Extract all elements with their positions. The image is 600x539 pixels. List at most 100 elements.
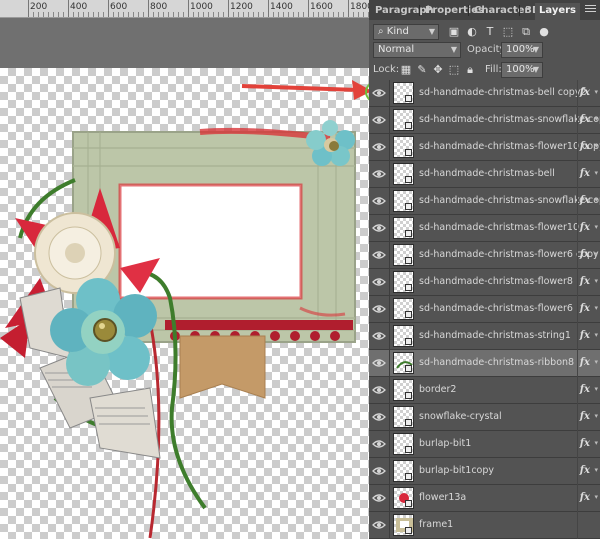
smart-object-filter-icon[interactable]: ⧉: [519, 25, 533, 39]
layer-row[interactable]: sd-handmade-christmas-bell copy2 fx ▾: [369, 80, 600, 107]
opacity-field[interactable]: 100% ▼: [501, 42, 543, 58]
image-filter-icon[interactable]: ▣: [447, 25, 461, 39]
eye-visibility-icon[interactable]: [372, 140, 386, 154]
eye-visibility-icon[interactable]: [372, 248, 386, 262]
eye-visibility-icon[interactable]: [372, 167, 386, 181]
layer-row[interactable]: border2 fx ▾: [369, 377, 600, 404]
effects-expand-chevron-icon[interactable]: ▾: [594, 385, 598, 393]
effects-expand-chevron-icon[interactable]: ▾: [594, 250, 598, 258]
eye-visibility-icon[interactable]: [372, 302, 386, 316]
layer-name[interactable]: border2: [419, 384, 456, 395]
filter-toggle-icon[interactable]: ●: [537, 25, 551, 39]
eye-visibility-icon[interactable]: [372, 221, 386, 235]
layer-thumbnail[interactable]: [393, 136, 414, 158]
layer-effects-icon[interactable]: fx: [580, 168, 590, 179]
layer-row[interactable]: sd-handmade-christmas-flower8 fx ▾: [369, 269, 600, 296]
effects-expand-chevron-icon[interactable]: ▾: [594, 223, 598, 231]
eye-visibility-icon[interactable]: [372, 194, 386, 208]
eye-visibility-icon[interactable]: [372, 410, 386, 424]
layer-row[interactable]: snowflake-crystal fx ▾: [369, 404, 600, 431]
layer-effects-icon[interactable]: fx: [580, 222, 590, 233]
layer-effects-icon[interactable]: fx: [580, 411, 590, 422]
layer-row[interactable]: burlap-bit1copy fx ▾: [369, 458, 600, 485]
effects-expand-chevron-icon[interactable]: ▾: [594, 439, 598, 447]
layer-effects-icon[interactable]: fx: [580, 195, 590, 206]
eye-visibility-icon[interactable]: [372, 275, 386, 289]
layer-row[interactable]: sd-handmade-christmas-snowflake copy 2 fx…: [369, 107, 600, 134]
tab-layers[interactable]: Layers: [535, 3, 580, 20]
layer-list[interactable]: sd-handmade-christmas-bell copy2 fx ▾ sd-ha…: [369, 80, 600, 539]
layer-row[interactable]: sd-handmade-christmas-bell fx ▾: [369, 161, 600, 188]
eye-visibility-icon[interactable]: [372, 464, 386, 478]
lock-transparency-icon[interactable]: ▦: [399, 63, 413, 77]
layer-name[interactable]: sd-handmade-christmas-flower10 copy 2: [419, 141, 600, 152]
layer-name[interactable]: sd-handmade-christmas-snowflake copy: [419, 195, 600, 206]
effects-expand-chevron-icon[interactable]: ▾: [594, 466, 598, 474]
effects-expand-chevron-icon[interactable]: ▾: [594, 412, 598, 420]
layer-name[interactable]: sd-handmade-christmas-bell: [419, 168, 555, 179]
layer-name[interactable]: frame1: [419, 519, 453, 530]
layer-name[interactable]: sd-handmade-christmas-snowflake copy 2: [419, 114, 600, 125]
layer-name[interactable]: sd-handmade-christmas-flower6 copy: [419, 249, 599, 260]
effects-expand-chevron-icon[interactable]: ▾: [594, 331, 598, 339]
layer-thumbnail[interactable]: [393, 82, 414, 104]
layer-name[interactable]: burlap-bit1: [419, 438, 471, 449]
layer-row[interactable]: sd-handmade-christmas-flower10 fx ▾: [369, 215, 600, 242]
layer-thumbnail[interactable]: [393, 433, 414, 455]
lock-all-icon[interactable]: 🔒︎: [463, 63, 477, 77]
layer-name[interactable]: sd-handmade-christmas-flower6: [419, 303, 573, 314]
layer-thumbnail[interactable]: [393, 190, 414, 212]
effects-expand-chevron-icon[interactable]: ▾: [594, 169, 598, 177]
eye-visibility-icon[interactable]: [372, 113, 386, 127]
layer-effects-icon[interactable]: fx: [580, 87, 590, 98]
effects-expand-chevron-icon[interactable]: ▾: [594, 277, 598, 285]
eye-visibility-icon[interactable]: [372, 491, 386, 505]
layer-effects-icon[interactable]: fx: [580, 276, 590, 287]
layer-row[interactable]: sd-handmade-christmas-snowflake copy fx ▾: [369, 188, 600, 215]
layer-thumbnail[interactable]: [393, 244, 414, 266]
effects-expand-chevron-icon[interactable]: ▾: [594, 493, 598, 501]
layer-thumbnail[interactable]: [393, 406, 414, 428]
layer-effects-icon[interactable]: fx: [580, 465, 590, 476]
effects-expand-chevron-icon[interactable]: ▾: [594, 196, 598, 204]
layer-thumbnail[interactable]: [393, 271, 414, 293]
layer-thumbnail[interactable]: [393, 487, 414, 509]
layer-name[interactable]: snowflake-crystal: [419, 411, 502, 422]
effects-expand-chevron-icon[interactable]: ▾: [594, 142, 598, 150]
layer-effects-icon[interactable]: fx: [580, 330, 590, 341]
layer-thumbnail[interactable]: [393, 109, 414, 131]
blend-mode-dropdown[interactable]: Normal ▼: [373, 42, 461, 58]
layer-effects-icon[interactable]: fx: [580, 384, 590, 395]
layer-row[interactable]: frame1: [369, 512, 600, 539]
layer-effects-icon[interactable]: fx: [580, 141, 590, 152]
layer-name[interactable]: flower13a: [419, 492, 466, 503]
effects-expand-chevron-icon[interactable]: ▾: [594, 358, 598, 366]
effects-expand-chevron-icon[interactable]: ▾: [594, 115, 598, 123]
transparent-canvas[interactable]: [0, 68, 369, 539]
eye-visibility-icon[interactable]: [372, 86, 386, 100]
layer-thumbnail[interactable]: [393, 460, 414, 482]
lock-pixels-icon[interactable]: ✎: [415, 63, 429, 77]
layer-name[interactable]: sd-handmade-christmas-bell copy2: [419, 87, 587, 98]
eye-visibility-icon[interactable]: [372, 383, 386, 397]
layer-thumbnail[interactable]: [393, 217, 414, 239]
layer-name[interactable]: sd-handmade-christmas-ribbon8: [419, 357, 574, 368]
eye-visibility-icon[interactable]: [372, 437, 386, 451]
effects-expand-chevron-icon[interactable]: ▾: [594, 304, 598, 312]
layer-name[interactable]: sd-handmade-christmas-string1: [419, 330, 571, 341]
layer-row[interactable]: sd-handmade-christmas-string1 fx ▾: [369, 323, 600, 350]
lock-position-icon[interactable]: ✥: [431, 63, 445, 77]
layer-effects-icon[interactable]: fx: [580, 114, 590, 125]
eye-visibility-icon[interactable]: [372, 329, 386, 343]
layer-name[interactable]: sd-handmade-christmas-flower10: [419, 222, 579, 233]
fill-field[interactable]: 100% ▼: [501, 62, 543, 78]
layer-row[interactable]: sd-handmade-christmas-ribbon8 fx ▾: [369, 350, 600, 377]
layer-thumbnail[interactable]: [393, 379, 414, 401]
eye-visibility-icon[interactable]: [372, 356, 386, 370]
panel-menu-icon[interactable]: [585, 5, 596, 15]
effects-expand-chevron-icon[interactable]: ▾: [594, 88, 598, 96]
layer-name[interactable]: sd-handmade-christmas-flower8: [419, 276, 573, 287]
layer-effects-icon[interactable]: fx: [580, 438, 590, 449]
layer-thumbnail[interactable]: [393, 352, 414, 374]
lock-artboard-icon[interactable]: ⬚: [447, 63, 461, 77]
